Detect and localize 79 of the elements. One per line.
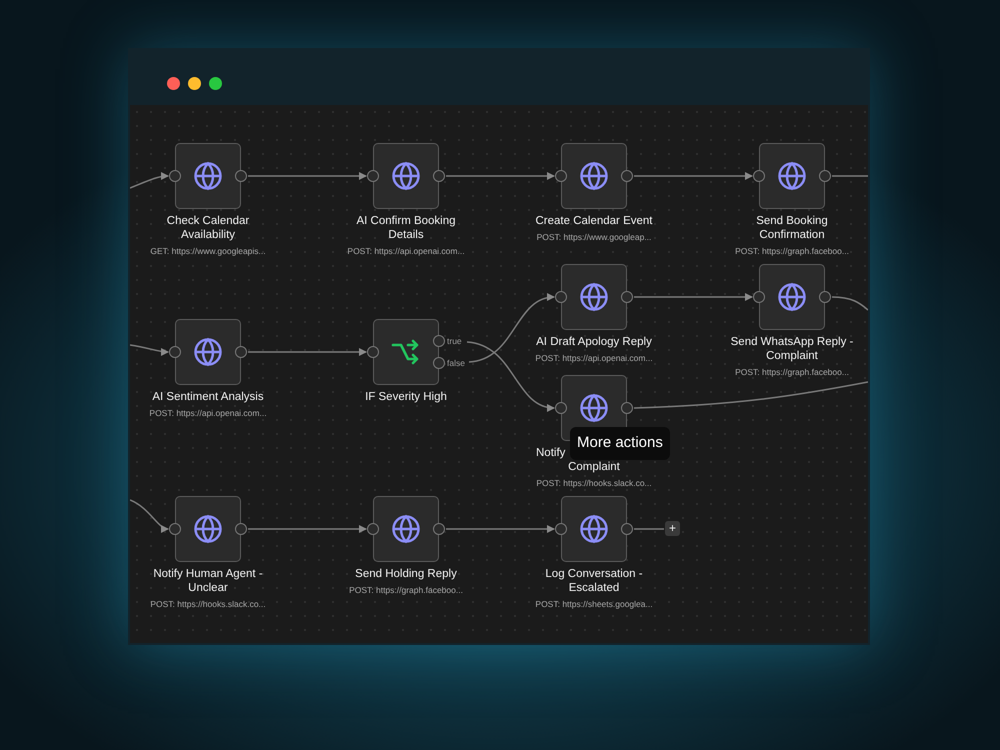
workflow-node[interactable] (561, 143, 627, 209)
globe-icon (579, 282, 609, 312)
port-handle[interactable] (169, 346, 181, 358)
port-label: false (447, 357, 465, 370)
node-title: Log Conversation - Escalated (544, 567, 644, 595)
minimize-button[interactable] (188, 77, 201, 90)
node-url: POST: https://api.openai.com... (346, 245, 466, 258)
port-handle[interactable] (235, 346, 247, 358)
node-title: AI Confirm Booking Details (355, 214, 457, 242)
port-handle[interactable] (367, 170, 379, 182)
port-handle[interactable] (555, 170, 567, 182)
workflow-node[interactable] (175, 496, 241, 562)
port-handle[interactable] (753, 170, 765, 182)
tooltip: More actions (570, 427, 670, 460)
port-handle[interactable] (621, 170, 633, 182)
node-title: AI Sentiment Analysis (151, 390, 265, 404)
port-handle[interactable] (819, 291, 831, 303)
port-handle[interactable] (169, 170, 181, 182)
node-url: POST: https://hooks.slack.co... (535, 477, 653, 490)
workflow-node[interactable] (175, 319, 241, 385)
connector-arrow (130, 499, 169, 532)
globe-icon (579, 514, 609, 544)
workflow-node[interactable] (175, 143, 241, 209)
node-title: Send WhatsApp Reply - Complaint (730, 335, 854, 363)
port-handle[interactable] (433, 335, 445, 347)
maximize-button[interactable] (209, 77, 222, 90)
node-url: POST: https://api.openai.com... (148, 407, 268, 420)
port-handle[interactable] (433, 523, 445, 535)
node-title: IF Severity High (364, 390, 448, 404)
globe-icon (391, 514, 421, 544)
connector-arrow (130, 172, 169, 189)
port-handle[interactable] (367, 346, 379, 358)
port-handle[interactable] (555, 291, 567, 303)
globe-icon (777, 161, 807, 191)
globe-icon (777, 282, 807, 312)
workflow-node[interactable] (373, 496, 439, 562)
globe-icon (391, 161, 421, 191)
globe-icon (579, 393, 609, 423)
node-title: AI Draft Apology Reply (535, 335, 653, 349)
workflow-node[interactable] (759, 143, 825, 209)
port-handle[interactable] (235, 170, 247, 182)
add-node-button[interactable]: + (665, 521, 680, 536)
close-button[interactable] (167, 77, 180, 90)
workflow-node[interactable] (373, 143, 439, 209)
node-title: Notify Human Agent - Unclear (152, 567, 264, 595)
port-handle[interactable] (433, 357, 445, 369)
port-handle[interactable] (433, 170, 445, 182)
workflow-node[interactable] (373, 319, 439, 385)
node-url: POST: https://graph.faceboo... (734, 245, 850, 258)
globe-icon (193, 337, 223, 367)
workflow-node[interactable] (561, 264, 627, 330)
port-handle[interactable] (621, 402, 633, 414)
node-url: POST: https://sheets.googlea... (534, 598, 654, 611)
workflow-node[interactable] (561, 496, 627, 562)
port-handle[interactable] (819, 170, 831, 182)
node-url: POST: https://www.googleap... (536, 231, 652, 244)
node-title: Send Holding Reply (354, 567, 458, 581)
node-url: POST: https://hooks.slack.co... (149, 598, 267, 611)
node-title: Send Booking Confirmation (755, 214, 829, 242)
port-handle[interactable] (367, 523, 379, 535)
workflow-node[interactable] (759, 264, 825, 330)
node-url: POST: https://graph.faceboo... (734, 366, 850, 379)
port-handle[interactable] (621, 291, 633, 303)
port-label: true (447, 335, 462, 348)
port-handle[interactable] (621, 523, 633, 535)
globe-icon (579, 161, 609, 191)
port-handle[interactable] (555, 402, 567, 414)
port-handle[interactable] (555, 523, 567, 535)
node-url: POST: https://graph.faceboo... (348, 584, 464, 597)
port-handle[interactable] (169, 523, 181, 535)
connector-arrow (130, 344, 169, 356)
node-title: Create Calendar Event (534, 214, 654, 228)
globe-icon (193, 161, 223, 191)
node-url: POST: https://api.openai.com... (534, 352, 654, 365)
globe-icon (193, 514, 223, 544)
node-url: GET: https://www.googleapis... (149, 245, 267, 258)
port-handle[interactable] (753, 291, 765, 303)
port-handle[interactable] (235, 523, 247, 535)
node-title: Check Calendar Availability (166, 214, 250, 242)
